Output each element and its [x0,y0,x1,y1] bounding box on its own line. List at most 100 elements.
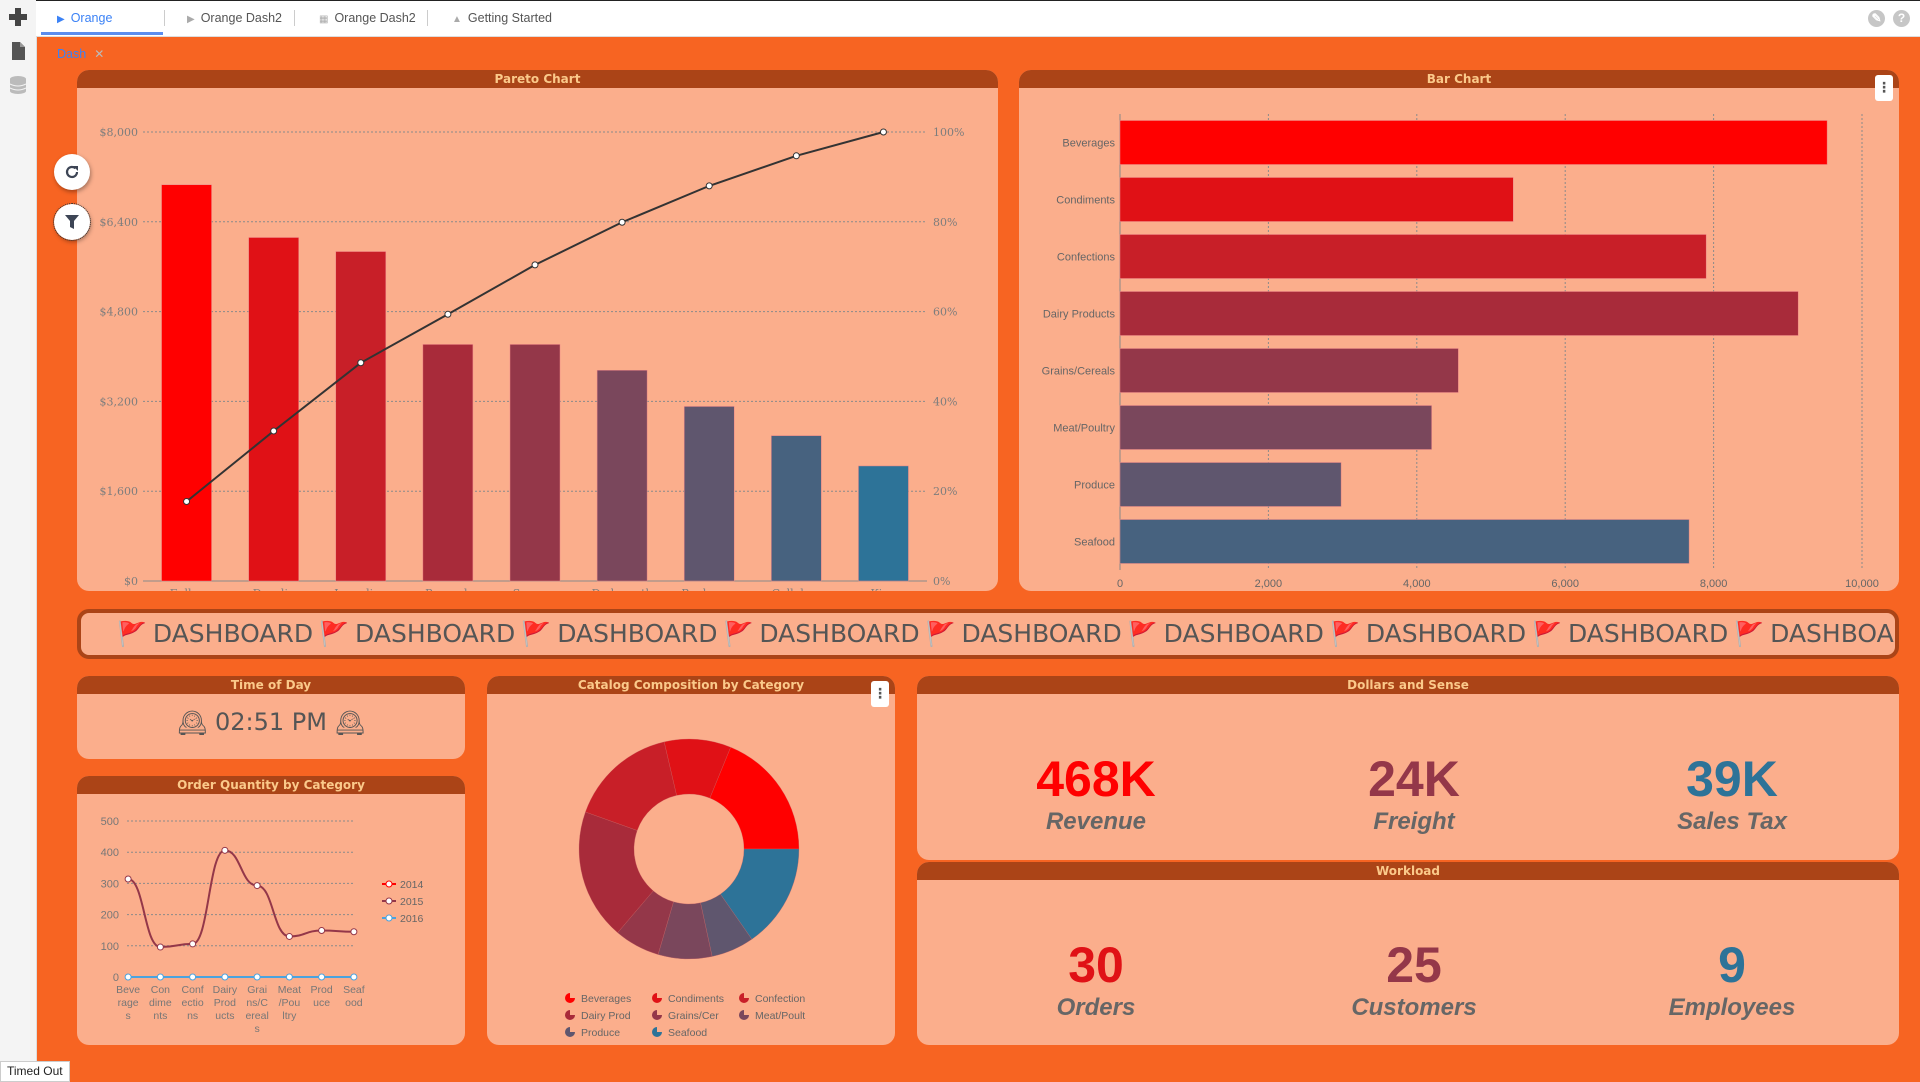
y-tick-label: Grains/Cereals [1042,366,1116,378]
banner-text: DASHBOARD [1365,619,1527,648]
bar [1119,291,1799,336]
bar-chart: 0 2,000 4,000 6,000 8,000 10,000 Beverages Cond… [1042,114,1879,590]
tab-orange-dash2[interactable]: ▶ Orange Dash2 [171,1,298,35]
x-tick-label: s [255,1023,260,1035]
legend-pie-icon-cut [570,992,576,998]
y-tick-label: 500 [101,816,119,828]
dollars-and-sense-panel: Dollars and Sense 468K Revenue 24K Freig… [917,676,1899,860]
more-options-button[interactable]: ⋮ [1875,75,1893,101]
legend-label: 2015 [400,896,424,908]
red-flag-icon: 🚩 [1329,620,1360,648]
legend-label: Condiments [668,993,724,1005]
banner-text: DASHBOARD [961,619,1122,648]
filter-icon [65,215,79,229]
dashboard-grid-icon: ▦ [319,14,329,25]
y2-tick-label: 100% [933,126,964,139]
x-tick-label: Peacock [425,587,471,591]
banner-text: DASHBOARD [557,619,718,648]
x-tick-label: /Pou [279,997,301,1009]
panel-title: Catalog Composition by Category [487,676,895,694]
y-tick-label: 300 [101,878,119,890]
refresh-icon [65,165,79,179]
legend-pie-icon-cut [744,992,750,998]
banner-text: DASHBOARD [1567,619,1729,648]
filter-button[interactable] [53,203,91,241]
banner-item: 🚩DASHBOARD [1330,613,1526,655]
series-point-2015 [189,940,197,948]
order-quantity-panel: Order Quantity by Category 0 100 200 300 400… [77,776,465,1045]
y-tick-label: 200 [101,910,119,922]
x-tick-label: s [126,1010,131,1022]
panel-title: Dollars and Sense [917,676,1899,694]
y-tick-label: $8,000 [100,126,139,139]
x-tick-label: ucts [215,1010,234,1022]
x-tick-label: Con [151,984,170,996]
legend-label: Beverages [581,993,631,1005]
workload-panel: Workload 30 Orders 25 Customers 9 Employ… [917,862,1899,1045]
bar [1119,234,1707,279]
catalog-composition-panel: Catalog Composition by Category ⋮ Bevera… [487,676,895,1045]
banner-item: 🚩DASHBOARD [723,613,919,655]
series-point-2015 [124,875,132,883]
legend-pie-icon-cut [657,1026,663,1032]
pareto-bar [335,251,387,582]
banner-item: 🚩DASHBOARD [1532,613,1728,655]
pareto-bar [161,184,212,582]
close-tab-icon[interactable]: ✕ [94,47,104,61]
y-tick-label: $1,600 [100,485,139,498]
banner-text: DASHBOARD [152,619,314,648]
pareto-bar [858,465,909,582]
y2-tick-label: 80% [933,216,957,229]
x-tick-label: 10,000 [1845,578,1879,590]
series-point-2016 [124,973,132,981]
pareto-bar [596,370,648,582]
time-of-day-panel: Time of Day 🕰 02:51 PM 🕰 [77,676,465,759]
x-tick-label: Buchanan [681,587,737,591]
panel-title: Time of Day [77,676,465,694]
x-tick-label: Suyama [513,587,558,591]
banner-item: 🚩DASHBOARD [521,613,717,655]
x-tick-label: nts [153,1010,167,1022]
refresh-button[interactable] [54,154,90,190]
tab-orange-dash[interactable]: ▶ Orange Dash ✕ [41,1,163,61]
panel-title: Order Quantity by Category [77,776,465,794]
banner-item: 🚩DASHBOARD [319,613,515,655]
add-icon[interactable] [8,7,28,27]
red-flag-icon: 🚩 [723,620,754,648]
series-point-2016 [156,973,164,981]
x-tick-label: Seaf [343,984,365,996]
document-icon[interactable] [8,41,28,61]
banner-text: DASHBOARD [355,619,516,648]
y-tick-label: 0 [113,972,119,984]
cumulative-point [357,359,365,367]
kpi-label: Orders [1056,994,1136,1021]
bar [1119,462,1342,507]
y2-tick-label: 60% [933,306,957,319]
current-time: 02:51 PM [215,708,327,736]
banner-item: 🚩DASHBOARD [1128,613,1324,655]
pareto-bar [248,237,299,582]
bar-chart-panel: Bar Chart ⋮ 0 2,000 4,000 6,000 8,000 10,000 B… [1019,70,1899,591]
series-point-2016 [318,973,326,981]
tab-orange-dash2-grid[interactable]: ▦ Orange Dash2 [303,1,432,35]
tab-getting-started[interactable]: ▲ Getting Started [436,1,568,35]
x-tick-label: Dodsworth [592,587,653,591]
banner-text: DASHBOARD [1163,619,1324,648]
status-tooltip: Timed Out [0,1061,70,1082]
database-icon[interactable] [8,75,28,95]
kpi-label: Customers [1351,994,1477,1021]
banner-item: 🚩DASHBOARD [117,613,313,655]
legend-pie-icon-cut [744,1009,750,1015]
help-icon[interactable]: ? [1893,10,1910,27]
banner-text: DASHBOARD [1770,619,1895,648]
pareto-chart-panel: Pareto Chart $0 0% $1,600 20% $3,200 40% $4,80… [77,70,998,591]
kpi-value: 30 [1068,937,1124,993]
kpi-label: Revenue [1045,808,1147,835]
bar [1119,405,1432,450]
kpi-label: Freight [1373,808,1455,835]
series-point-2016 [189,973,197,981]
wrench-icon[interactable]: ✎ [1868,10,1885,27]
kpi-label: Employees [1668,994,1796,1021]
x-tick-label: King [871,587,897,591]
more-options-button[interactable]: ⋮ [871,681,889,707]
